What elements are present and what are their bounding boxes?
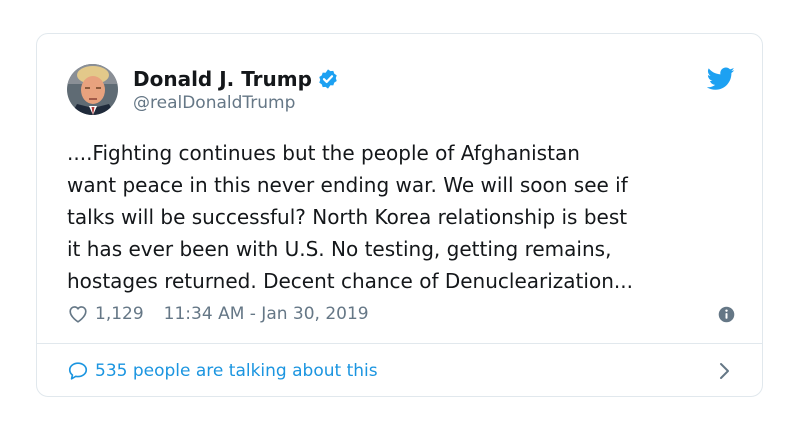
like-count[interactable]: 1,129 <box>95 304 144 324</box>
heart-icon[interactable] <box>67 303 89 325</box>
speech-bubble-icon <box>68 362 88 380</box>
author-avatar[interactable] <box>67 64 118 115</box>
tweet-text: ....Fighting continues but the people of… <box>67 141 633 293</box>
author-handle[interactable]: @realDonaldTrump <box>133 93 295 113</box>
chevron-right-icon[interactable] <box>717 362 731 380</box>
tweet-meta-row: 1,129 11:34 AM - Jan 30, 2019 <box>67 302 735 326</box>
author-display-name[interactable]: Donald J. Trump <box>133 67 312 91</box>
twitter-bird-icon[interactable] <box>707 67 735 91</box>
author-name-row[interactable]: Donald J. Trump <box>133 66 339 92</box>
tweet-card[interactable]: Donald J. Trump @realDonaldTrump ....Fig… <box>36 33 763 397</box>
verified-badge-icon <box>319 69 337 89</box>
card-divider <box>37 343 762 344</box>
info-icon[interactable] <box>718 306 735 323</box>
tweet-timestamp[interactable]: 11:34 AM - Jan 30, 2019 <box>164 304 369 324</box>
avatar-image <box>67 64 118 115</box>
talking-count-label[interactable]: 535 people are talking about this <box>95 361 378 381</box>
conversation-link[interactable]: 535 people are talking about this <box>67 358 733 384</box>
